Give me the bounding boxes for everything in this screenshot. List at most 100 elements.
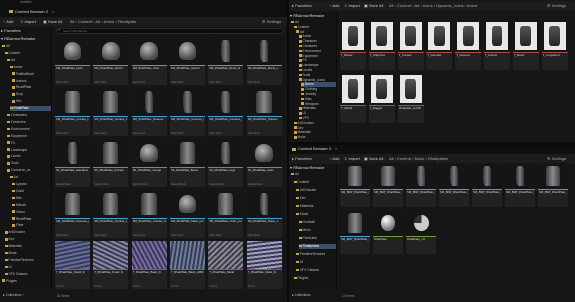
close-icon[interactable]: × xyxy=(52,9,54,14)
tree-item-plugins[interactable]: Plugins xyxy=(293,276,337,281)
collections-header[interactable]: ▸ Collections + xyxy=(3,293,25,297)
asset-tile[interactable]: T_Cuirass xyxy=(397,20,424,70)
tree-item-environment[interactable]: Environment xyxy=(7,127,51,132)
tree-item-art[interactable]: Art xyxy=(7,58,51,63)
tree-item-mesh[interactable]: Mesh xyxy=(298,228,337,233)
tree-item-miscell[interactable]: Miscell xyxy=(12,203,51,208)
asset-tile[interactable]: T_Claymore xyxy=(368,20,395,70)
tree-item-equipment[interactable]: Equipment xyxy=(7,134,51,139)
asset-tile[interactable]: SM_RhattPlate_Mask_pot Static Mesh xyxy=(169,190,205,238)
add-button[interactable]: + Add xyxy=(329,156,339,162)
tab-title[interactable]: Content Browser 2 xyxy=(15,9,48,14)
tab-title[interactable]: Content Browser 3 xyxy=(298,146,331,151)
asset-tile[interactable]: SM_RhattPlate_Helm Static Mesh xyxy=(55,37,90,85)
asset-tile[interactable]: SK_RhattPlate_Boots Skeletal Mesh xyxy=(169,139,205,187)
tree-item-primitivetextures[interactable]: PrimitiveTextures xyxy=(4,258,52,263)
favorites-header[interactable]: ▸ Favorites xyxy=(292,156,312,162)
crumb-dynamic-icons[interactable]: Dynamic_Icons xyxy=(436,3,463,8)
crumb-armor[interactable]: Armor xyxy=(467,3,478,8)
tree-item-tools[interactable]: Tools xyxy=(7,161,51,166)
tree-item-primitivetextures[interactable]: PrimitiveTextures xyxy=(296,252,336,257)
tree-item-materials[interactable]: Materials xyxy=(296,204,336,209)
tree-item-guild[interactable]: Guild xyxy=(12,189,51,194)
asset-tile[interactable]: SM_BDP_RhattPlate_Cuirass xyxy=(373,163,403,207)
tree-item-lyzand[interactable]: Lyzand xyxy=(12,182,51,187)
tree-item-vision[interactable]: Vision xyxy=(12,210,51,215)
tree-item-gumball[interactable]: Gumball xyxy=(298,220,337,225)
asset-tile[interactable]: SM_RhattPlate_Boots_L Static Mesh xyxy=(246,37,282,85)
asset-tile[interactable]: T_RhattPlate_Metal Texture xyxy=(208,241,244,289)
asset-tile[interactable]: SM_RhattPlate_Gauntl Static Mesh xyxy=(169,37,205,85)
asset-tile[interactable]: T_Boots xyxy=(512,20,539,70)
crumb-art[interactable]: Art xyxy=(95,19,100,24)
tree-item-all[interactable]: All xyxy=(291,172,336,177)
tree-item-materials[interactable]: Materials xyxy=(4,244,52,249)
asset-tile[interactable]: SK_RhattPlate_Cuirass Skeletal Mesh xyxy=(93,139,129,187)
asset-tile[interactable]: SM_RhattPlate_Greaves_L Static Mesh xyxy=(169,88,205,136)
import-button[interactable]: ⇩ Import xyxy=(344,3,360,9)
tree-item-artchucker[interactable]: ArtChucker xyxy=(296,188,336,193)
asset-tile[interactable]: SM_RhattPlate_Cuirass_pot Static Mesh xyxy=(93,190,129,238)
asset-tile[interactable]: SM_RhattPlate_Greaves Static Mesh xyxy=(131,88,167,136)
asset-tile[interactable]: SM_BDP_RhattPlate_Helm xyxy=(340,163,370,207)
tree-item-all[interactable]: All xyxy=(2,44,51,49)
tree-item-mods[interactable]: Mods xyxy=(293,135,337,140)
asset-tile[interactable]: SM_RhattPlate_Cuirass_L Static Mesh xyxy=(55,88,90,136)
crumb-art[interactable]: Art xyxy=(414,3,419,8)
asset-tile[interactable]: T_Longsword xyxy=(541,20,568,70)
tree-item-landscape[interactable]: Landscape xyxy=(7,148,51,153)
asset-tile[interactable]: SK_RhattPlate_Legs Skeletal Mesh xyxy=(208,139,244,187)
asset-tile[interactable]: SM_BDP_RhattPlate_Greaves xyxy=(472,163,502,207)
tree-item-art[interactable]: Art xyxy=(9,175,52,180)
crumb-all[interactable]: All xyxy=(70,19,74,24)
tree-item-content[interactable]: Content xyxy=(4,51,52,56)
tree-item-rhattplate[interactable]: RhattPlate xyxy=(12,85,51,90)
asset-tile[interactable]: SM_RhattPlate_Greaves_R Static Mesh xyxy=(208,88,244,136)
tree-item-plugins[interactable]: Plugins xyxy=(2,279,51,284)
tree-item-dev[interactable]: Dev xyxy=(296,196,336,201)
tree-item-vfx-classes[interactable]: VFX Classes xyxy=(4,272,52,277)
asset-tile[interactable]: T_Helmet xyxy=(484,20,510,70)
asset-tile[interactable]: T_Bracer xyxy=(340,20,366,70)
asset-tile[interactable]: SK_RhattPlate_Helm Skeletal Mesh xyxy=(246,139,282,187)
asset-tile[interactable]: T_RhattPlate_Detail_N Texture xyxy=(93,241,129,289)
tree-item-pixellabs[interactable]: PixelLabs xyxy=(298,236,337,241)
tree-item-conserve-cs[interactable]: Conserve_cs xyxy=(7,168,51,173)
tree-item-mods[interactable]: Mods xyxy=(4,251,52,256)
tree-item-rhattplate[interactable]: RhattPlate xyxy=(12,217,51,222)
save-all-button[interactable]: ▣ Save All xyxy=(364,3,383,9)
tree-item-mods[interactable]: Mods xyxy=(296,212,336,217)
tree-item-ui[interactable]: UI xyxy=(4,265,52,270)
project-header[interactable]: ▾ RBArmorRemake xyxy=(290,13,324,19)
asset-tile[interactable]: SM_BDP_RhattPlate_Legs xyxy=(505,163,535,207)
settings-button[interactable]: ⚙ Settings xyxy=(262,19,281,25)
asset-tile[interactable]: SM_BDP_RhattPlate_Gauntlets xyxy=(406,163,436,207)
crumb-rhattplate[interactable]: Rhattplate xyxy=(118,19,136,24)
collections-header[interactable]: ▸ Collections xyxy=(292,293,311,297)
tree-item-fatbirdbuch[interactable]: FatBirdBuch xyxy=(12,72,51,77)
asset-tile[interactable]: SM_RhattPlate_Cuirass_Var Static Mesh xyxy=(131,190,167,238)
asset-tile[interactable]: SM_RhattPlate_Greaves_pot Static Mesh xyxy=(55,190,90,238)
tree-item-armor[interactable]: Armor xyxy=(9,65,52,70)
tree-item-rhattplates[interactable]: Rhattplates xyxy=(298,244,336,249)
import-button[interactable]: ⇩ Import xyxy=(20,19,36,25)
asset-tile[interactable]: Rhattplate_LO xyxy=(406,210,436,254)
asset-tile[interactable]: SM_BDP_RhattPlate_Boots xyxy=(439,163,469,207)
project-header[interactable]: ▾ RBArmorRemake xyxy=(1,36,35,42)
asset-tile[interactable]: SM_RhattPlate_Tassets Static Mesh xyxy=(246,88,282,136)
tree-item-mer[interactable]: Mer xyxy=(12,196,51,201)
asset-tile[interactable]: Rhattplate_Iconfill xyxy=(397,73,424,123)
tree-item-creatures[interactable]: Creatures xyxy=(7,120,51,125)
asset-tile[interactable]: T_RhattPlate_Basic_ARM Texture xyxy=(169,241,205,289)
asset-tile[interactable]: T_Greaves xyxy=(455,20,482,70)
asset-tile[interactable]: SM_RhattPlate_Helm2 Static Mesh xyxy=(93,37,129,85)
asset-tile[interactable]: SK_RhattPlate_Gauntlets Skeletal Mesh xyxy=(55,139,90,187)
tree-item-scrp[interactable]: Scrp xyxy=(12,92,51,97)
asset-tile[interactable]: SM_RhattPlate_Visor Static Mesh xyxy=(131,37,167,85)
tree-item-characters[interactable]: Characters xyxy=(7,113,51,118)
tree-item-iceland[interactable]: Iceland xyxy=(12,79,51,84)
asset-tile[interactable]: T_Shield xyxy=(340,73,366,123)
asset-tile[interactable]: T_RhattPlate_Detail_D Texture xyxy=(55,241,90,289)
favorites-header[interactable]: ▸ Favorites xyxy=(1,28,21,34)
asset-tile[interactable]: SM_BDP_RhattPlate_Shield xyxy=(538,163,568,207)
